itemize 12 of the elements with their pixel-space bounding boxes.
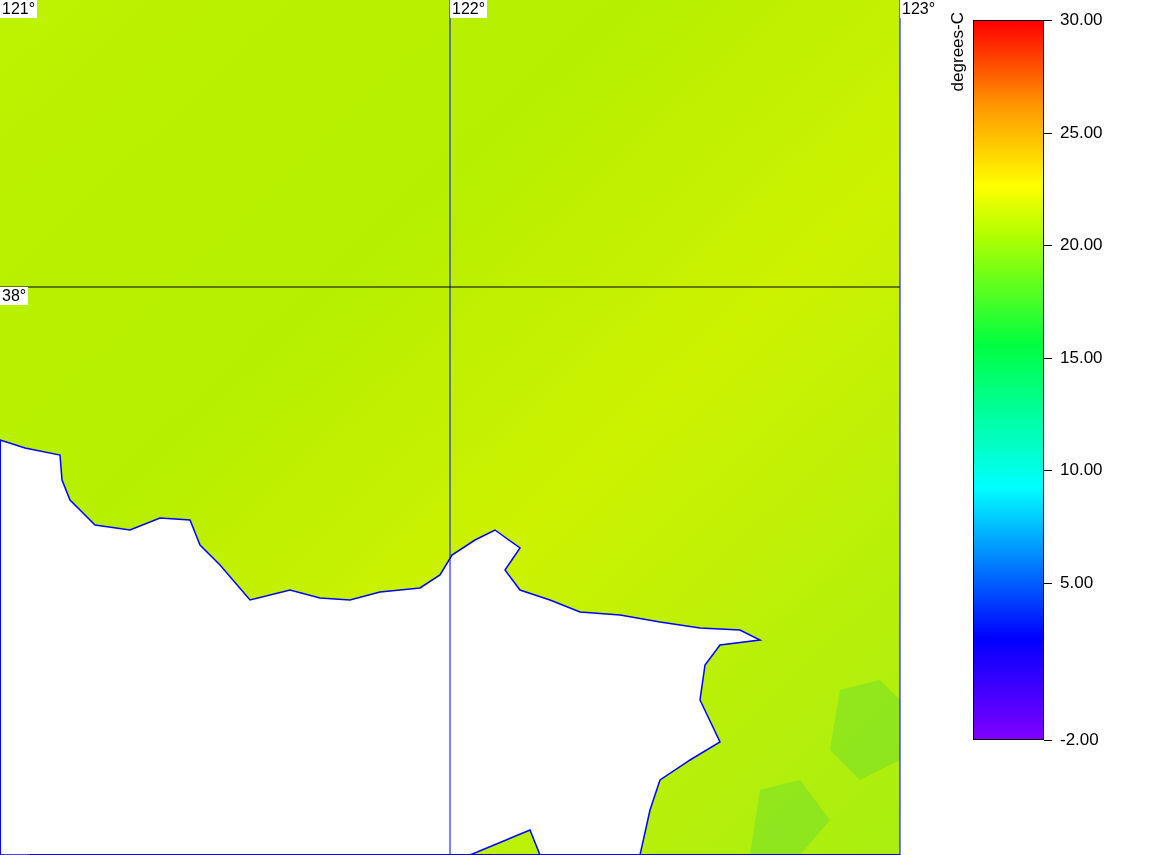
- tick-label: 10.00: [1060, 460, 1103, 480]
- tick-label: 30.00: [1060, 10, 1103, 30]
- tick-label: 20.00: [1060, 235, 1103, 255]
- tick-label: 25.00: [1060, 122, 1103, 143]
- colorbar-title: degrees-C: [948, 12, 968, 92]
- latitude-label: 38°: [0, 287, 29, 305]
- longitude-label: 122°: [450, 0, 488, 18]
- tick-label: 5.00: [1060, 572, 1094, 593]
- tick-label: -2.00: [1060, 730, 1099, 750]
- tick-label: 15.00: [1060, 347, 1103, 368]
- longitude-label: 123°: [900, 0, 938, 18]
- longitude-label: 121°: [0, 0, 38, 18]
